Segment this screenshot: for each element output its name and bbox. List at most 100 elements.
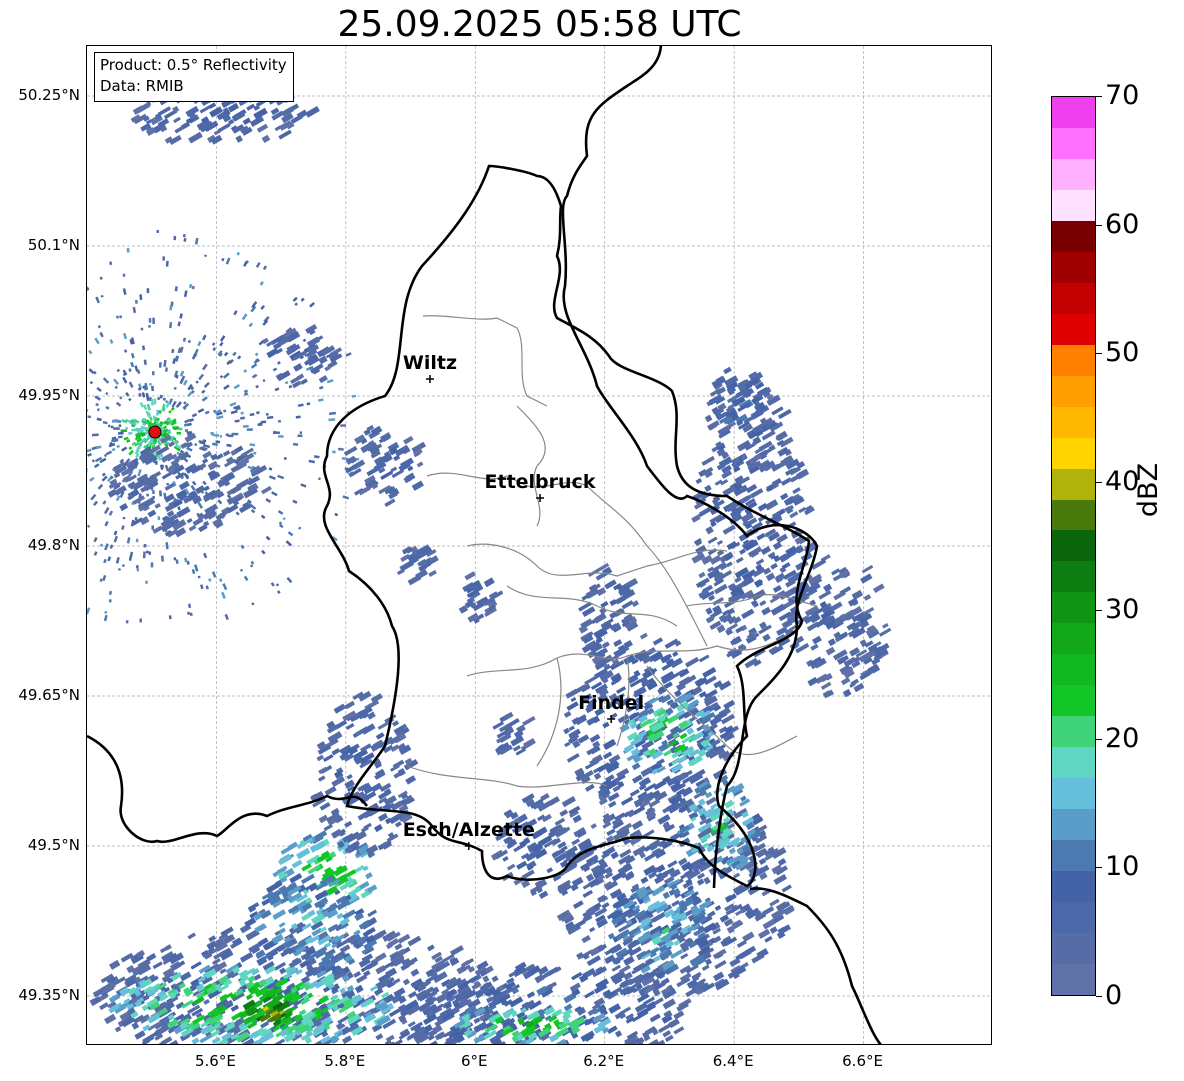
echo-bin bbox=[568, 725, 575, 732]
echo-bin bbox=[613, 639, 623, 647]
clutter-bin bbox=[119, 315, 123, 319]
colorbar-segment bbox=[1052, 530, 1095, 562]
clutter-bin bbox=[173, 235, 177, 241]
echo-bin bbox=[365, 872, 373, 880]
clutter-bin bbox=[261, 549, 266, 555]
echo-bin bbox=[718, 456, 733, 468]
lon-tick-label: 5.8°E bbox=[324, 1052, 366, 1070]
lon-tick-label: 5.6°E bbox=[195, 1052, 236, 1070]
echo-bin bbox=[673, 1026, 685, 1035]
clutter-bin bbox=[157, 516, 161, 521]
echo-bin bbox=[291, 859, 303, 869]
clutter-bin bbox=[122, 376, 128, 384]
clutter-bin bbox=[141, 392, 146, 398]
colorbar-segment bbox=[1052, 871, 1095, 903]
clutter-bin bbox=[158, 490, 163, 497]
clutter-bin bbox=[187, 603, 192, 609]
clutter-bin bbox=[115, 401, 122, 407]
colorbar-segment bbox=[1052, 375, 1095, 407]
clutter-bin bbox=[219, 435, 223, 438]
echo-bin bbox=[427, 944, 435, 952]
clutter-bin bbox=[87, 286, 90, 291]
clutter-bin bbox=[121, 446, 128, 452]
clutter-bin bbox=[122, 516, 126, 520]
clutter-bin bbox=[183, 379, 188, 386]
echo-bin bbox=[449, 945, 464, 957]
echo-bin bbox=[323, 823, 333, 832]
echo-bin bbox=[300, 873, 315, 885]
clutter-bin bbox=[137, 469, 142, 477]
clutter-bin bbox=[121, 525, 125, 531]
clutter-bin bbox=[163, 359, 167, 367]
clutter-bin bbox=[223, 384, 230, 390]
clutter-bin bbox=[177, 506, 181, 511]
echo-bin bbox=[698, 571, 706, 579]
clutter-bin bbox=[87, 467, 88, 472]
echo-bin bbox=[764, 499, 779, 511]
clutter-bin bbox=[265, 535, 271, 541]
clutter-bin bbox=[152, 441, 156, 448]
clutter-bin bbox=[113, 378, 120, 386]
clutter-bin bbox=[87, 415, 92, 419]
clutter-bin bbox=[183, 401, 187, 405]
clutter-bin bbox=[199, 584, 204, 590]
echo-bin bbox=[723, 366, 732, 375]
clutter-bin bbox=[275, 583, 280, 587]
echo-bin bbox=[673, 1010, 685, 1020]
clutter-bin bbox=[189, 612, 193, 617]
echo-bin bbox=[410, 968, 420, 977]
clutter-bin bbox=[216, 415, 224, 420]
clutter-bin bbox=[274, 387, 280, 392]
colorbar-segment bbox=[1052, 840, 1095, 872]
colorbar-segment bbox=[1052, 561, 1095, 593]
echo-bin bbox=[394, 943, 403, 951]
clutter-bin bbox=[169, 304, 173, 311]
echo-bin bbox=[759, 600, 767, 607]
colorbar-segment bbox=[1052, 623, 1095, 655]
echo-bin bbox=[464, 571, 476, 581]
echo-bin bbox=[512, 744, 521, 752]
clutter-bin bbox=[299, 431, 302, 434]
lon-tick-label: 6.6°E bbox=[842, 1052, 883, 1070]
clutter-bin bbox=[326, 379, 334, 384]
clutter-bin bbox=[96, 417, 102, 422]
clutter-bin bbox=[115, 557, 120, 564]
clutter-bin bbox=[109, 339, 114, 344]
colorbar-segment bbox=[1052, 933, 1095, 965]
city-markers: Wiltz Ettelbruck Findel Esch/Alzette bbox=[403, 352, 644, 850]
echo-bin bbox=[242, 117, 251, 125]
clutter-bin bbox=[175, 559, 179, 564]
echo-bin bbox=[593, 772, 602, 780]
clutter-bin bbox=[141, 345, 146, 351]
clutter-bin bbox=[128, 431, 133, 435]
clutter-bin bbox=[278, 523, 284, 529]
echo-bin bbox=[704, 414, 713, 423]
clutter-bin bbox=[262, 265, 268, 271]
clutter-bin bbox=[96, 386, 102, 393]
echo-bin bbox=[621, 600, 634, 610]
echo-bin bbox=[345, 722, 355, 731]
clutter-bin bbox=[116, 368, 120, 373]
lat-tick-label: 49.8°N bbox=[27, 536, 80, 554]
echo-bin bbox=[358, 690, 372, 702]
clutter-bin bbox=[248, 322, 254, 328]
echo-bin bbox=[254, 923, 267, 933]
clutter-bin bbox=[328, 418, 336, 422]
echo-bin bbox=[762, 567, 772, 575]
clutter-bin bbox=[102, 421, 108, 425]
clutter-bin bbox=[89, 476, 95, 482]
colorbar-segment bbox=[1052, 189, 1095, 221]
clutter-bin bbox=[191, 569, 196, 575]
clutter-bin bbox=[255, 262, 261, 268]
clutter-bin bbox=[203, 381, 210, 388]
clutter-bin bbox=[136, 369, 141, 375]
echo-bin bbox=[367, 909, 378, 917]
colorbar-tick-mark bbox=[1096, 867, 1102, 869]
clutter-bin bbox=[194, 237, 199, 245]
clutter-bin bbox=[122, 273, 126, 277]
echo-bin bbox=[614, 1030, 623, 1038]
clutter-bin bbox=[194, 564, 199, 572]
clutter-bin bbox=[126, 537, 131, 544]
clutter-bin bbox=[149, 383, 152, 386]
clutter-bin bbox=[202, 334, 207, 341]
